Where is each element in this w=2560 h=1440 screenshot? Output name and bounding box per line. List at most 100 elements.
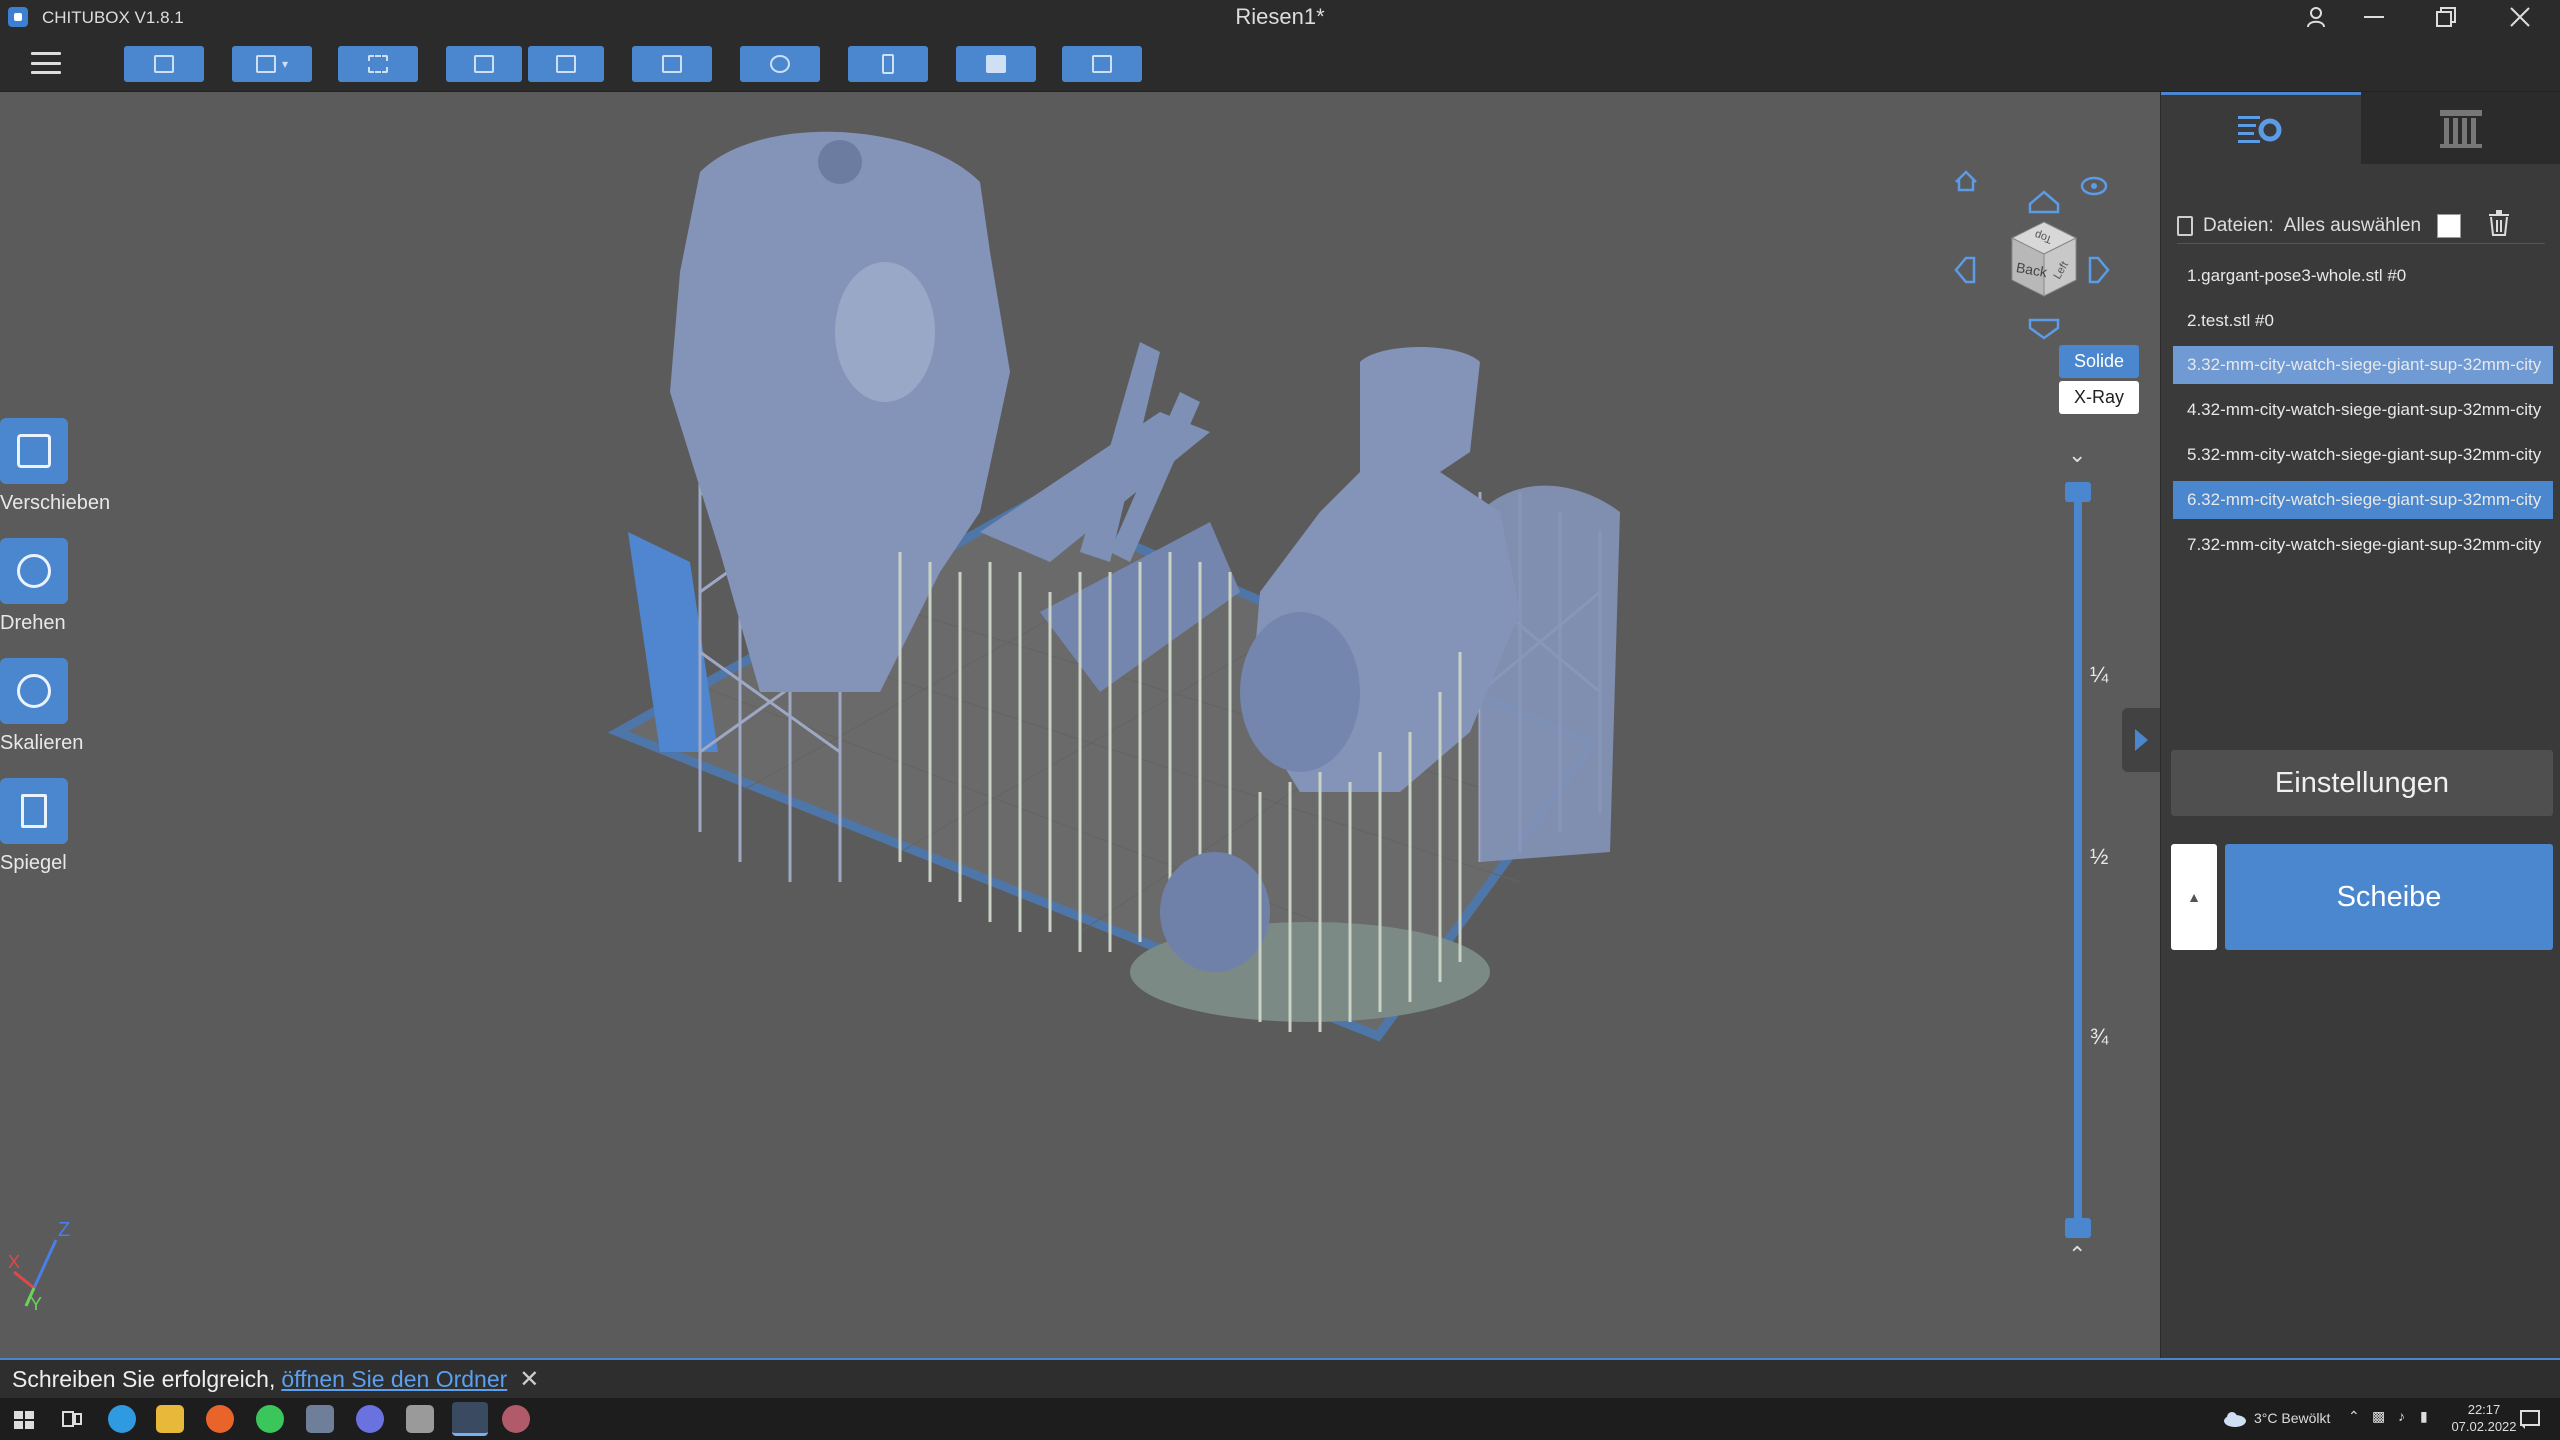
- layer-slider-track[interactable]: [2074, 488, 2082, 1230]
- trash-icon[interactable]: [2487, 208, 2511, 238]
- speaker-icon[interactable]: ♪: [2398, 1408, 2405, 1424]
- minimize-button[interactable]: [2338, 0, 2410, 34]
- status-bar: Schreiben Sie erfolgreich, öffnen Sie de…: [0, 1358, 2560, 1398]
- slider-mark-half: ½: [2090, 844, 2109, 869]
- layers-icon[interactable]: [632, 46, 712, 82]
- edge-icon[interactable]: [108, 1405, 136, 1433]
- hollow-icon[interactable]: [956, 46, 1036, 82]
- support-columns-icon: [2440, 110, 2482, 148]
- toolbar: ▾: [0, 34, 2560, 92]
- file-list-item[interactable]: 7.32-mm-city-watch-siege-giant-sup-32mm-…: [2173, 526, 2553, 564]
- slider-mark-three-quarter: ¾: [2090, 1024, 2109, 1049]
- save-icon[interactable]: ▾: [232, 46, 312, 82]
- files-label: Dateien:: [2203, 214, 2274, 236]
- discord-icon[interactable]: [356, 1405, 384, 1433]
- whatsapp-icon[interactable]: [256, 1405, 284, 1433]
- file-list-item[interactable]: 1.gargant-pose3-whole.stl #0: [2173, 257, 2553, 295]
- right-view-icon[interactable]: [2088, 256, 2110, 284]
- scale-label: Skalieren: [0, 732, 84, 754]
- cloud-icon: [2224, 1412, 2246, 1427]
- left-view-icon[interactable]: [1954, 256, 1976, 284]
- network-icon[interactable]: ▩: [2372, 1408, 2385, 1425]
- rotate-tool[interactable]: Drehen: [0, 538, 130, 635]
- file-list-item[interactable]: 5.32-mm-city-watch-siege-giant-sup-32mm-…: [2173, 436, 2553, 474]
- top-view-icon[interactable]: [2028, 190, 2060, 214]
- chitubox-taskbar-icon[interactable]: [452, 1402, 488, 1436]
- group-icon[interactable]: [740, 46, 820, 82]
- view-cube[interactable]: Top Back Left: [2010, 221, 2078, 297]
- file-list-item[interactable]: 2.test.stl #0: [2173, 302, 2553, 340]
- title-bar: CHITUBOX V1.8.1 Riesen1*: [0, 0, 2560, 34]
- 3d-viewport[interactable]: Verschieben Drehen Skalieren Spiegel Z X…: [0, 92, 2160, 1358]
- move-label: Verschieben: [0, 492, 111, 514]
- solid-view-button[interactable]: Solide: [2059, 345, 2139, 378]
- axis-gizmo: Z X Y: [8, 1222, 70, 1312]
- notification-icon[interactable]: [2518, 1407, 2542, 1431]
- open-folder-link[interactable]: öffnen Sie den Ordner: [281, 1366, 507, 1393]
- xray-view-button[interactable]: X-Ray: [2059, 381, 2139, 414]
- axis-y-label: Y: [30, 1294, 42, 1312]
- weather-text: 3°C Bewölkt: [2254, 1410, 2331, 1426]
- app2-icon[interactable]: [502, 1405, 530, 1433]
- file-list-item[interactable]: 3.32-mm-city-watch-siege-giant-sup-32mm-…: [2173, 346, 2553, 384]
- home-view-icon[interactable]: [1955, 170, 1977, 192]
- tab-supports[interactable]: [2361, 92, 2560, 164]
- mirror-icon[interactable]: [0, 778, 68, 844]
- move-icon[interactable]: [0, 418, 68, 484]
- undo-icon[interactable]: [446, 46, 522, 82]
- battery-icon[interactable]: ▮: [2420, 1408, 2428, 1425]
- clock-date[interactable]: 07.02.2022: [2444, 1419, 2524, 1434]
- chevron-up-icon[interactable]: ⌃: [2068, 1242, 2086, 1268]
- layer-slider-top-handle[interactable]: [2065, 482, 2091, 502]
- auto-layout-icon[interactable]: [338, 46, 418, 82]
- redo-icon[interactable]: [528, 46, 604, 82]
- mirror-tool[interactable]: Spiegel: [0, 778, 130, 875]
- app-name: CHITUBOX V1.8.1: [42, 8, 184, 27]
- file-list-item[interactable]: 4.32-mm-city-watch-siege-giant-sup-32mm-…: [2173, 391, 2553, 429]
- slice-options-up-icon[interactable]: ▲: [2171, 844, 2217, 950]
- app-icon[interactable]: [406, 1405, 434, 1433]
- restore-button[interactable]: [2410, 0, 2482, 34]
- calculator-icon[interactable]: [306, 1405, 334, 1433]
- scale-tool[interactable]: Skalieren: [0, 658, 130, 755]
- tray-chevron-icon[interactable]: ⌃: [2348, 1408, 2360, 1425]
- bottom-view-icon[interactable]: [2028, 318, 2060, 340]
- file-explorer-icon[interactable]: [156, 1405, 184, 1433]
- task-view-icon[interactable]: [58, 1405, 86, 1433]
- windows-taskbar: 3°C Bewölkt ⌃ ▩ ♪ ▮ 22:17 07.02.2022: [0, 1398, 2560, 1440]
- axis-x-label: X: [8, 1252, 20, 1272]
- select-all-checkbox[interactable]: [2437, 213, 2462, 238]
- select-all-label: Alles auswählen: [2283, 214, 2422, 236]
- slice-button[interactable]: Scheibe: [2225, 844, 2553, 950]
- eye-icon[interactable]: [2080, 176, 2108, 196]
- firefox-icon[interactable]: [206, 1405, 234, 1433]
- settings-button[interactable]: Einstellungen: [2171, 750, 2553, 816]
- settings-gear-icon: [2238, 115, 2282, 143]
- open-folder-icon[interactable]: [124, 46, 204, 82]
- chevron-down-icon[interactable]: ⌄: [2068, 442, 2086, 468]
- panel-toggle-arrow-icon[interactable]: [2122, 708, 2160, 772]
- right-panel: Dateien: Alles auswählen 1.gargant-pose3…: [2160, 92, 2560, 1358]
- app-logo-icon: [8, 7, 28, 27]
- model-scene[interactable]: [0, 92, 2160, 1358]
- close-button[interactable]: [2484, 0, 2556, 34]
- scale-icon[interactable]: [0, 658, 68, 724]
- move-tool[interactable]: Verschieben: [0, 418, 130, 515]
- status-close-icon[interactable]: ✕: [519, 1365, 539, 1394]
- drill-icon[interactable]: [1062, 46, 1142, 82]
- rotate-icon[interactable]: [0, 538, 68, 604]
- support-icon[interactable]: [848, 46, 928, 82]
- file-list-item[interactable]: 6.32-mm-city-watch-siege-giant-sup-32mm-…: [2173, 481, 2553, 519]
- view-cube-widget[interactable]: Top Back Left: [1944, 130, 2114, 340]
- tab-print-settings[interactable]: [2161, 92, 2361, 164]
- slider-mark-quarter: ¼: [2090, 662, 2109, 687]
- rotate-label: Drehen: [0, 612, 66, 634]
- menu-icon[interactable]: [28, 46, 64, 80]
- layer-slider-bottom-handle[interactable]: [2065, 1218, 2091, 1238]
- mirror-label: Spiegel: [0, 852, 67, 874]
- window-title: Riesen1*: [1235, 4, 1325, 29]
- document-icon: [2177, 215, 2193, 236]
- status-message: Schreiben Sie erfolgreich,: [12, 1365, 276, 1392]
- windows-start-icon[interactable]: [10, 1405, 38, 1433]
- clock-time[interactable]: 22:17: [2444, 1402, 2524, 1417]
